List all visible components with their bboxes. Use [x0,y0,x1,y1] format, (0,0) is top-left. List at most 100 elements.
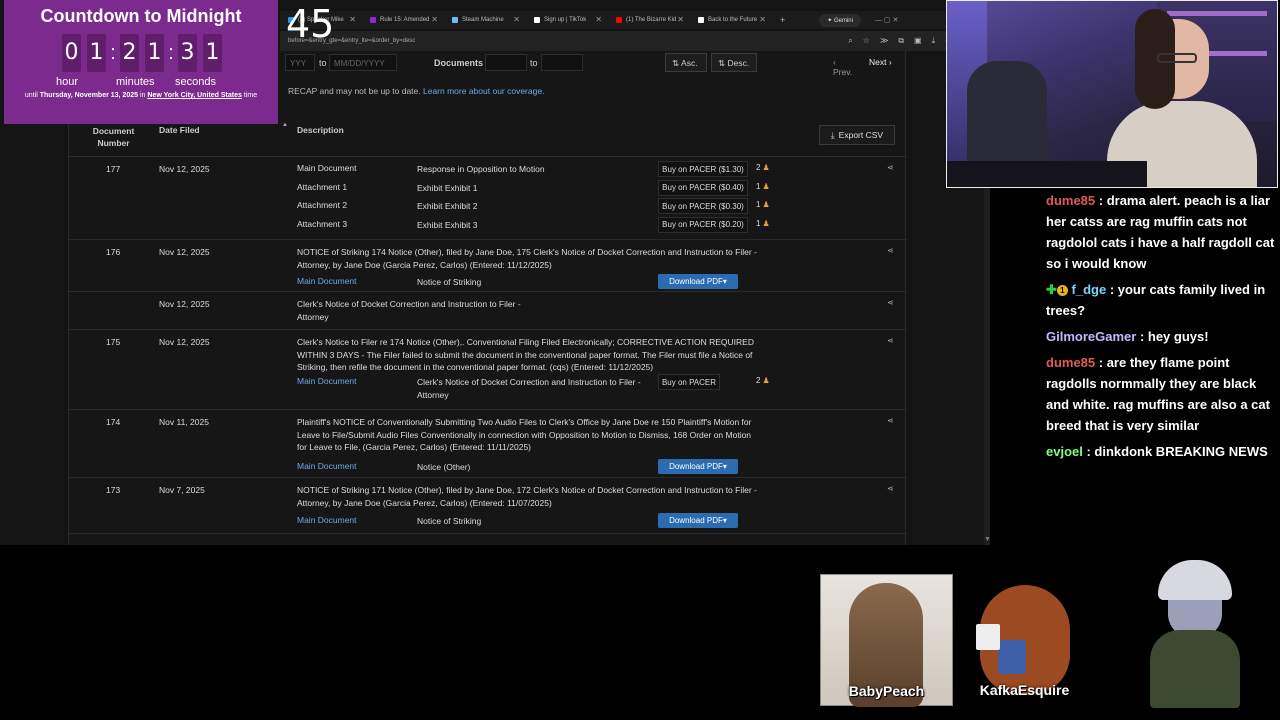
tab-close-icon[interactable]: ✕ [759,15,766,24]
date-from-input[interactable]: YYY [285,54,315,71]
share-icon[interactable]: ⋖ [887,484,894,493]
buy-on-pacer-button[interactable]: Buy on PACER ($0.20) [658,216,748,233]
date-filed: Nov 12, 2025 [159,247,210,257]
tab-favicon-icon [616,17,622,23]
documents-label: Documents [434,58,484,68]
share-icon[interactable]: ⋖ [887,336,894,345]
coverage-notice-text: RECAP and may not be up to date. [288,86,421,96]
table-row: 177 Nov 12, 2025 ⋖ Main Document Response in… [69,157,907,240]
buy-on-pacer-button[interactable]: Buy on PACER ($0.40) [658,179,748,196]
attachment-description: Exhibit Exhibit 1 [417,182,478,193]
scroll-down-icon[interactable]: ▼ [984,536,990,543]
document-line: Attachment 3 Exhibit Exhibit 3 Buy on PACE… [69,216,907,233]
chat-message: evjoel : dinkdonk BREAKING NEWS [1046,441,1280,462]
person-icon: ♟ [762,163,770,172]
tab-close-icon[interactable]: ✕ [349,15,356,24]
plus-badge-icon: ✚ [1046,282,1057,297]
bookmark-star-icon[interactable]: ☆ [863,36,870,46]
tab-close-icon[interactable]: ✕ [595,15,602,24]
zoom-icon[interactable]: ⌕ [848,36,852,46]
next-button[interactable]: Next › [863,53,899,72]
browser-tab[interactable]: Back to the Future ✕ [690,12,772,28]
download-pdf-button[interactable]: Download PDF ▾ [658,274,738,289]
documents-to-input[interactable] [541,54,583,71]
sort-desc-icon: ⇅ [718,58,726,68]
share-icon[interactable]: ⋖ [887,298,894,307]
chat-username[interactable]: f_dge [1072,282,1107,297]
sort-desc-button[interactable]: ⇅ Desc. [711,53,757,72]
coverage-notice: RECAP and may not be up to date. Learn m… [288,86,544,96]
date-filed-header[interactable]: Date Filed [159,125,200,135]
chat-separator: : [1082,444,1095,459]
tab-close-icon[interactable]: ✕ [677,15,684,24]
tab-close-icon[interactable]: ✕ [431,15,438,24]
download-pdf-button[interactable]: Download PDF ▾ [658,513,738,528]
avatar-babypeach: BabyPeach [820,574,953,707]
countdown-digit: 2 [120,34,139,72]
gemini-button[interactable]: ✦ Gemini [819,13,861,27]
coverage-link[interactable]: Learn more about our coverage. [423,86,544,96]
extension-icon[interactable]: ≫ [880,36,888,46]
view-count: 1 [756,181,761,191]
browser-tab[interactable]: Rule 15: Amended ✕ [362,12,444,28]
chat-username[interactable]: GilmoreGamer [1046,329,1136,344]
chat-separator: : [1095,355,1107,370]
doc-number-header-line2[interactable]: Number [91,137,136,149]
buy-on-pacer-button[interactable]: Buy on PACER [658,374,720,390]
avatar-hair [1158,560,1232,600]
date-to-input[interactable]: MM/DD/YYYY [329,54,397,71]
buy-on-pacer-button[interactable]: Buy on PACER ($0.30) [658,198,748,214]
document-description: Clerk's Notice of Docket Correction and … [417,377,641,400]
prev-button[interactable]: ‹ Prev. [827,53,861,77]
view-count-badge: 2 ♟ [756,163,770,172]
view-count-badge: 1 ♟ [756,200,770,209]
doc-number[interactable]: 176 [106,246,120,259]
sidebar-icon[interactable]: ▣ [914,36,922,46]
share-page-icon[interactable]: ⧉ [898,36,904,46]
chat-username[interactable]: dume85 [1046,193,1095,208]
new-tab-button[interactable]: + [780,15,785,25]
until-suffix: time [243,92,258,99]
export-csv-button[interactable]: ⤓ Export CSV [819,125,895,145]
chevron-down-icon: ▾ [722,277,727,286]
sort-asc-button[interactable]: ⇅ Asc. [665,53,707,72]
countdown-digit: 0 [62,34,81,72]
table-row: Nov 12, 2025 ⋖ Clerk's Notice of Docket Co… [69,292,907,330]
download-icon[interactable]: ⤓ [932,36,936,46]
tab-close-icon[interactable]: ✕ [513,15,520,24]
browser-tab[interactable]: Steam Machine ✕ [444,12,526,28]
doc-number[interactable]: 173 [106,484,120,497]
doc-number[interactable]: 175 [106,336,120,349]
chat-username[interactable]: dume85 [1046,355,1095,370]
tab-favicon-icon [698,17,704,23]
main-document-link[interactable]: Main Document [297,276,357,286]
avatar-name: KafkaEsquire [979,682,1070,698]
chat-username[interactable]: evjoel [1046,444,1083,459]
sort-asc-icon: ⇅ [672,58,680,68]
chat-separator: : [1106,282,1118,297]
browser-tab[interactable]: Sign up | TikTok ✕ [526,12,608,28]
table-row: 175 Nov 12, 2025 ⋖ Clerk's Notice to Filer … [69,330,907,410]
address-bar-icons: ⌕ ☆ ≫ ⧉ ▣ ⤓ ● [848,36,950,46]
doc-number[interactable]: 174 [106,416,120,429]
buy-on-pacer-button[interactable]: Buy on PACER ($1.30) [658,161,748,177]
tab-favicon-icon [370,17,376,23]
chat-text: hey guys! [1147,329,1209,344]
main-document-link[interactable]: Main Document [297,461,357,471]
person-icon: ♟ [762,218,770,228]
view-count-badge: 1 ♟ [756,219,770,228]
attachment-name: Attachment 3 [297,218,348,229]
browser-tab[interactable]: (1) The Bizarre Kid ✕ [608,12,690,28]
countdown-widget: Countdown to Midnight 0 1 : 2 1 : 3 1 ho… [4,0,278,124]
download-pdf-button[interactable]: Download PDF ▾ [658,459,738,474]
documents-from-input[interactable] [485,54,527,71]
window-controls[interactable]: — ▢ ✕ [875,16,898,24]
doc-number-header-line1[interactable]: Document [91,125,136,137]
share-icon[interactable]: ⋖ [887,246,894,255]
desk [947,161,1147,187]
share-icon[interactable]: ⋖ [887,416,894,425]
main-document-link[interactable]: Main Document [297,376,357,386]
main-document-link[interactable]: Main Document [297,515,357,525]
collapse-arrow-icon[interactable]: ▲ [282,122,288,128]
address-bar[interactable]: before=&entry_gte=&entry_lte=&order_by=d… [280,31,990,51]
